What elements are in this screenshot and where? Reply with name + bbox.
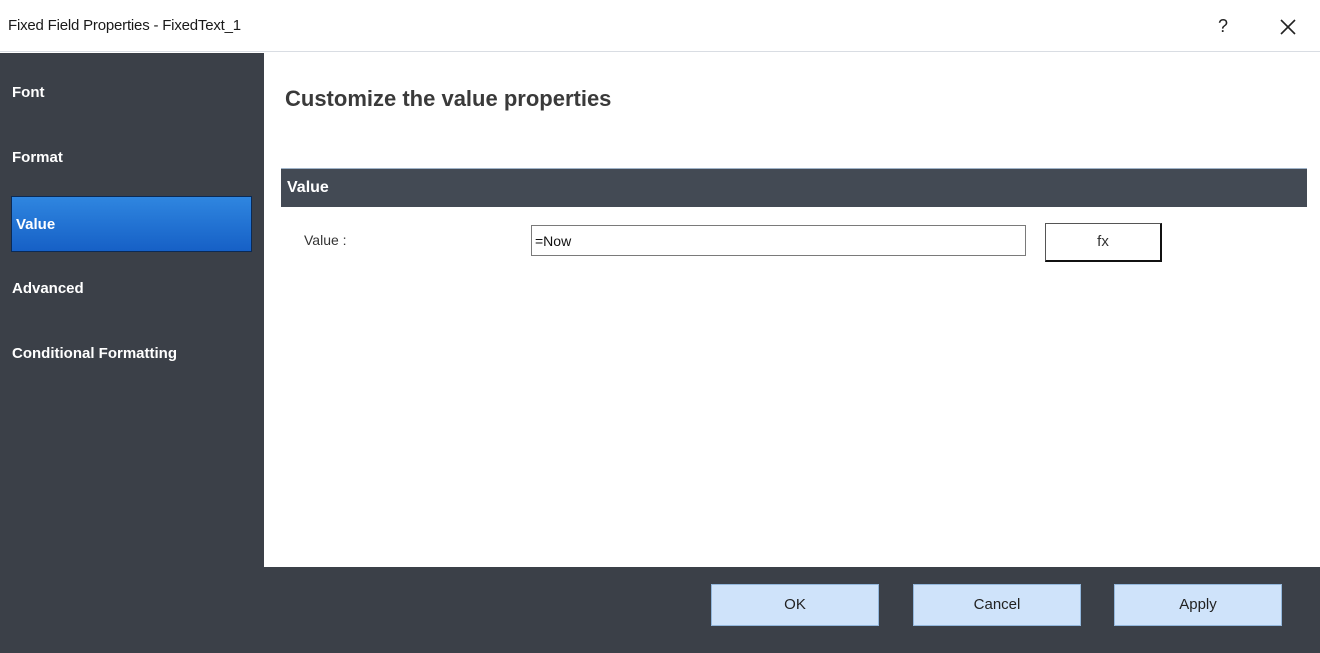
sidebar: Font Format Value Advanced Conditional F… <box>0 53 264 653</box>
window-title: Fixed Field Properties - FixedText_1 <box>8 17 241 34</box>
value-input[interactable] <box>531 225 1026 256</box>
fx-button[interactable]: fx <box>1045 223 1162 262</box>
page-title: Customize the value properties <box>285 86 612 111</box>
footer-bar: OK Cancel Apply <box>264 567 1320 653</box>
sidebar-item-value[interactable]: Value <box>11 196 252 252</box>
cancel-button[interactable]: Cancel <box>913 584 1081 626</box>
value-label: Value : <box>304 232 347 248</box>
sidebar-item-font[interactable]: Font <box>0 71 252 115</box>
content-panel: Customize the value properties Value Val… <box>264 53 1320 567</box>
close-icon <box>1280 19 1296 35</box>
sidebar-item-advanced[interactable]: Advanced <box>0 267 252 311</box>
sidebar-item-conditional-formatting[interactable]: Conditional Formatting <box>0 332 252 376</box>
close-button[interactable] <box>1273 10 1303 42</box>
apply-button[interactable]: Apply <box>1114 584 1282 626</box>
ok-button[interactable]: OK <box>711 584 879 626</box>
sidebar-item-format[interactable]: Format <box>0 136 252 180</box>
help-button[interactable]: ? <box>1208 10 1238 42</box>
section-header-value: Value <box>281 168 1307 207</box>
title-bar: Fixed Field Properties - FixedText_1 ? <box>0 0 1320 52</box>
